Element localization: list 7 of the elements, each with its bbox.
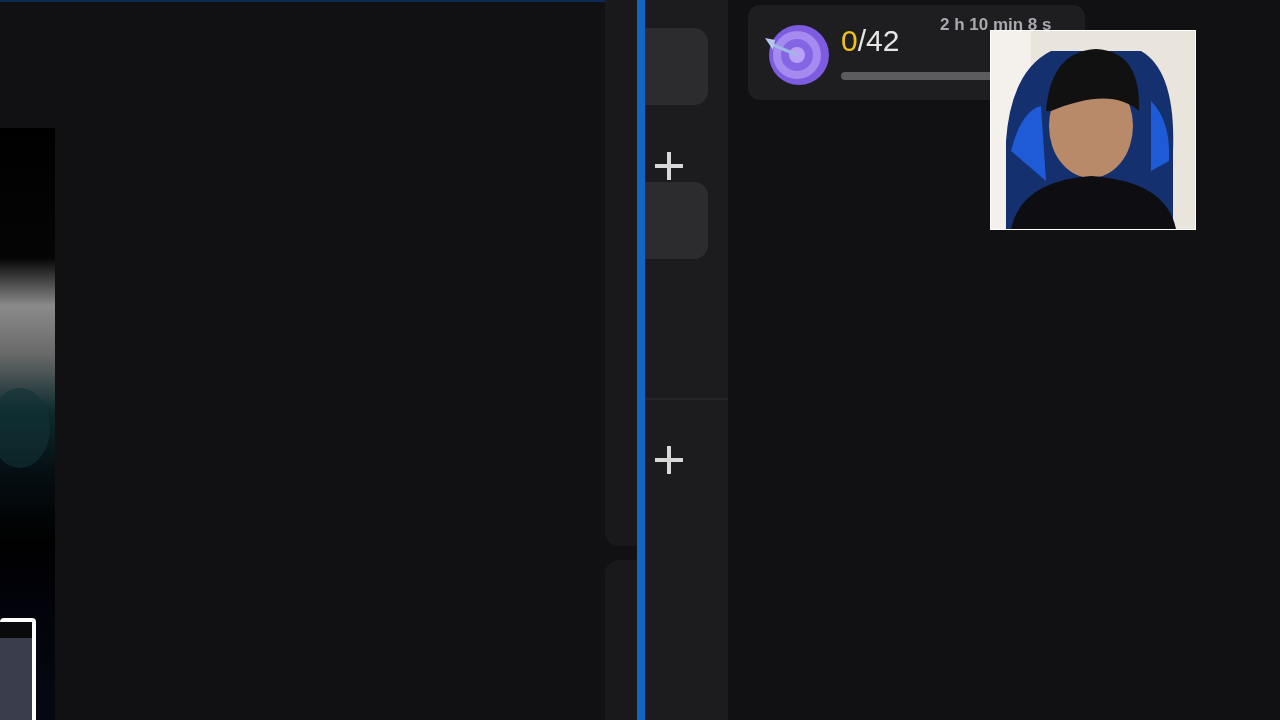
time-remaining: 2 h 10 min 8 s — [940, 15, 1052, 35]
empty-slot[interactable] — [645, 28, 708, 105]
target-icon — [763, 22, 829, 88]
plus-icon[interactable] — [653, 150, 685, 182]
goal-count: 0/42 — [841, 24, 900, 58]
plus-icon[interactable] — [653, 444, 685, 476]
splitter-bar[interactable] — [637, 0, 645, 720]
